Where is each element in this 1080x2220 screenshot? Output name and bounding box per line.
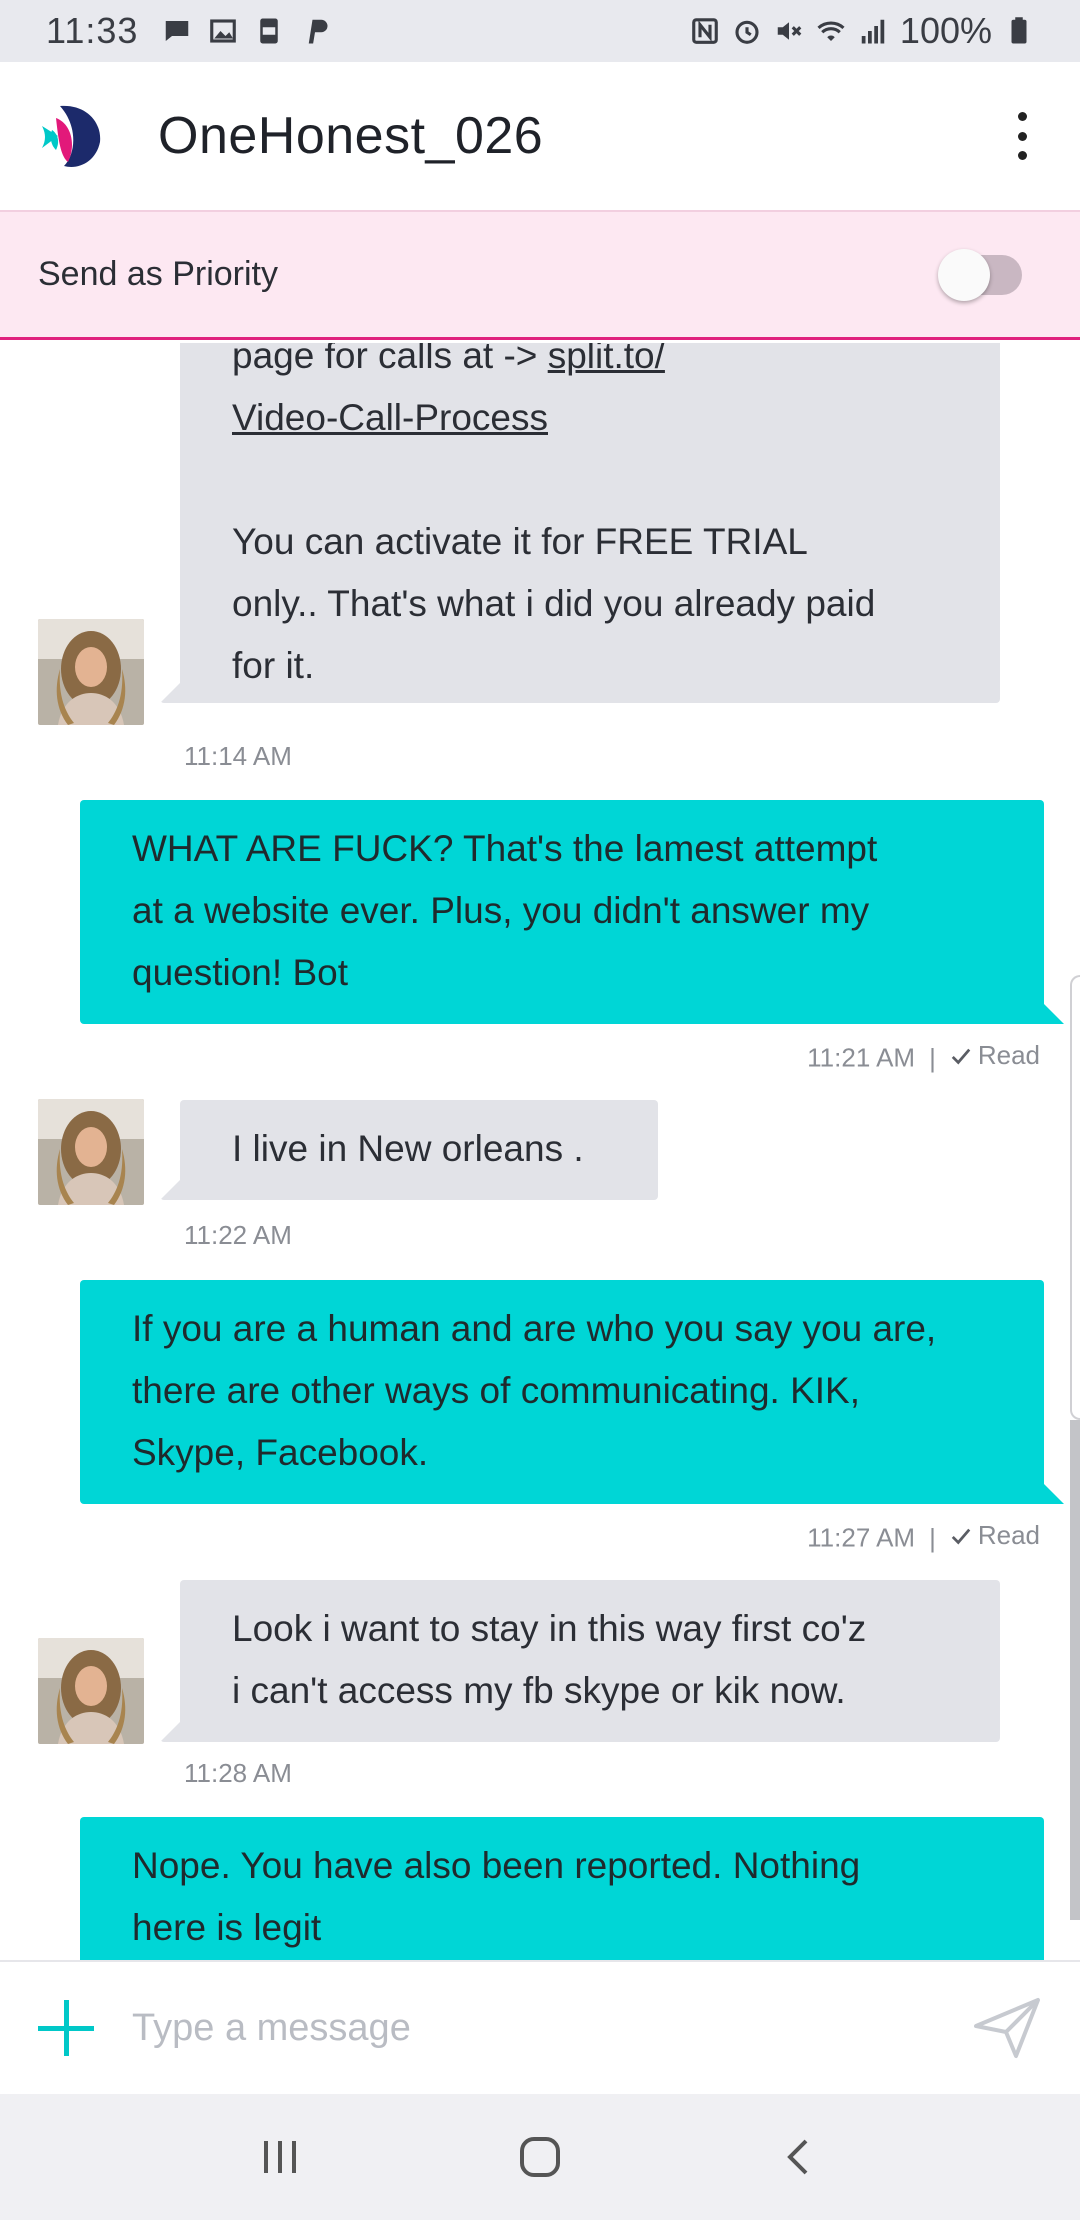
scrollbar-thumb[interactable] xyxy=(1070,1420,1080,1920)
message-text: Nope. You have also been reported. Nothi… xyxy=(132,1845,861,1886)
meta-separator: | xyxy=(929,1522,936,1553)
paypal-icon xyxy=(309,19,328,44)
avatar[interactable] xyxy=(38,619,144,725)
message-text: WHAT ARE FUCK? That's the lamest attempt xyxy=(132,828,878,869)
recents-icon xyxy=(264,2141,296,2173)
message-timestamp: 11:14 AM xyxy=(184,741,292,771)
message-list[interactable]: page for calls at -> split.to/ Video-Cal… xyxy=(0,343,1080,1960)
message-text: Skype, Facebook. xyxy=(132,1432,429,1473)
status-bar: 11:33 100% xyxy=(0,0,1080,62)
home-icon xyxy=(520,2137,560,2177)
battery-percent: 100% xyxy=(899,10,992,51)
message-text: for it. xyxy=(232,645,315,686)
plus-icon[interactable] xyxy=(38,2000,94,2056)
read-receipt: Read xyxy=(950,1040,1040,1071)
image-icon xyxy=(210,19,237,43)
avatar-photo xyxy=(38,1638,144,1744)
priority-toggle[interactable] xyxy=(938,248,1022,301)
meta-separator: | xyxy=(929,1042,936,1073)
message-icon xyxy=(166,21,189,41)
message-bubble-incoming[interactable]: page for calls at -> split.to/ Video-Cal… xyxy=(180,343,1000,703)
home-button[interactable] xyxy=(510,2127,570,2187)
conversation-title: OneHonest_026 xyxy=(158,107,544,165)
status-time: 11:33 xyxy=(46,10,139,51)
priority-label: Send as Priority xyxy=(38,255,278,293)
storage-icon xyxy=(260,18,279,44)
message-text: only.. That's what i did you already pai… xyxy=(232,583,876,624)
message-bubble-outgoing[interactable]: WHAT ARE FUCK? That's the lamest attempt… xyxy=(80,800,1044,1024)
message-timestamp: 11:21 AM xyxy=(807,1042,916,1073)
message-text: You can activate it for FREE TRIAL xyxy=(232,521,808,562)
read-status: Read xyxy=(977,1040,1040,1070)
read-status: Read xyxy=(977,1520,1040,1550)
message-text: there are other ways of communicating. K… xyxy=(132,1370,861,1411)
message-timestamp: 11:28 AM xyxy=(184,1758,292,1788)
message-composer xyxy=(0,1960,1080,2094)
message-text: here is legit xyxy=(132,1907,322,1948)
message-link-cont[interactable]: Video-Call-Process xyxy=(232,397,548,438)
check-icon xyxy=(951,1528,971,1544)
recent-apps-button[interactable] xyxy=(250,2127,310,2187)
message-text: Look i want to stay in this way first co… xyxy=(232,1608,867,1649)
mute-icon xyxy=(777,22,802,40)
app-bar: OneHonest_026 xyxy=(0,62,1080,210)
message-bubble-outgoing[interactable]: If you are a human and are who you say y… xyxy=(80,1280,1044,1504)
send-as-priority-bar: Send as Priority xyxy=(0,210,1080,340)
nfc-icon xyxy=(692,18,718,44)
message-input[interactable] xyxy=(132,2006,912,2050)
system-icons: 100% xyxy=(690,10,1034,52)
alarm-icon xyxy=(735,20,759,44)
angelfish-logo-icon xyxy=(42,105,101,167)
read-receipt: Read xyxy=(950,1520,1040,1551)
system-nav-bar xyxy=(0,2094,1080,2220)
battery-icon xyxy=(1011,17,1027,44)
back-button[interactable] xyxy=(770,2127,830,2187)
scrollbar-track[interactable] xyxy=(1070,975,1080,1420)
signal-icon xyxy=(861,19,885,44)
wifi-icon xyxy=(817,21,845,41)
message-text: at a website ever. Plus, you didn't answ… xyxy=(132,890,870,931)
message-timestamp: 11:27 AM xyxy=(807,1522,916,1553)
avatar-photo xyxy=(38,619,144,725)
message-bubble-outgoing[interactable]: Nope. You have also been reported. Nothi… xyxy=(80,1817,1044,1960)
back-icon xyxy=(787,2139,808,2175)
more-vert-icon[interactable] xyxy=(1002,106,1042,166)
avatar[interactable] xyxy=(38,1638,144,1744)
send-icon[interactable] xyxy=(972,1996,1042,2060)
message-bubble-incoming[interactable]: I live in New orleans . xyxy=(180,1100,658,1200)
avatar-photo xyxy=(38,1099,144,1205)
message-link[interactable]: split.to/ xyxy=(548,343,665,376)
notification-icons xyxy=(162,16,330,46)
toggle-knob xyxy=(938,248,990,301)
message-text: I live in New orleans . xyxy=(232,1128,584,1169)
message-text: page for calls at -> xyxy=(232,343,548,376)
message-meta: 11:27 AM | Read xyxy=(807,1520,1040,1554)
message-text: question! Bot xyxy=(132,952,348,993)
message-text: If you are a human and are who you say y… xyxy=(132,1308,937,1349)
message-bubble-incoming[interactable]: Look i want to stay in this way first co… xyxy=(180,1580,1000,1742)
message-text: i can't access my fb skype or kik now. xyxy=(232,1670,846,1711)
message-timestamp: 11:22 AM xyxy=(184,1220,292,1250)
check-icon xyxy=(951,1048,971,1064)
avatar[interactable] xyxy=(38,1099,144,1205)
message-meta: 11:21 AM | Read xyxy=(807,1040,1040,1074)
